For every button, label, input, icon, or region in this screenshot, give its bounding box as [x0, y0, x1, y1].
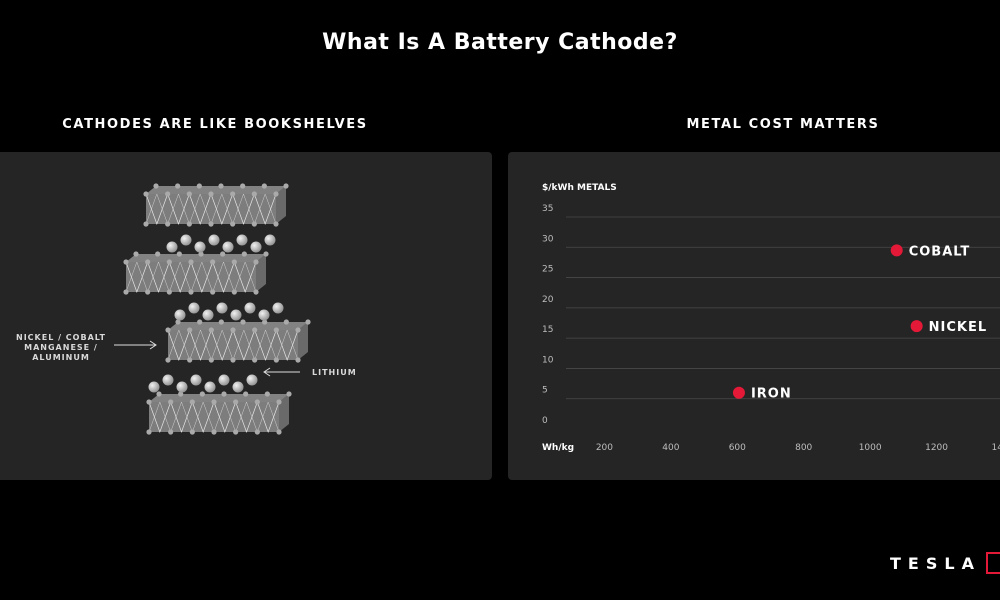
- lithium-atom: [194, 241, 206, 253]
- lithium-atom: [190, 374, 202, 386]
- lithium-atom: [258, 309, 270, 321]
- x-tick-label: 1400: [992, 443, 1000, 453]
- lithium-atom: [188, 302, 200, 314]
- lithium-atom: [202, 309, 214, 321]
- y-tick-label: 0: [542, 416, 548, 426]
- label-lithium: LITHIUM: [312, 368, 357, 377]
- lithium-atom: [218, 374, 230, 386]
- metal-layer: [123, 251, 269, 295]
- lithium-atom: [166, 241, 178, 253]
- metal-layer: [143, 183, 289, 227]
- data-point-iron: [732, 386, 745, 399]
- lithium-atom: [272, 302, 284, 314]
- data-label-cobalt: COBALT: [909, 244, 971, 259]
- arrow-icon: [263, 367, 300, 377]
- x-tick-label: 1000: [859, 443, 882, 453]
- cathode-illustration-panel: NICKEL / COBALT MANGANESE / ALUMINUM LIT…: [0, 152, 492, 480]
- lithium-atom: [162, 374, 174, 386]
- lithium-atom: [176, 381, 188, 393]
- x-tick-label: 600: [729, 443, 746, 453]
- lithium-atom: [264, 234, 276, 246]
- metal-layer: [165, 319, 311, 363]
- x-tick-label: 400: [662, 443, 679, 453]
- data-point-cobalt: [890, 244, 903, 257]
- y-tick-label: 30: [542, 234, 554, 244]
- x-axis-ticks: 200 400 600 800 1000 1200 1400: [596, 443, 1000, 453]
- lithium-atom: [216, 302, 228, 314]
- y-tick-label: 20: [542, 295, 554, 305]
- y-tick-label: 5: [542, 386, 548, 396]
- y-tick-label: 25: [542, 265, 553, 275]
- x-tick-label: 800: [795, 443, 812, 453]
- y-tick-label: 35: [542, 204, 553, 214]
- page-title: What Is A Battery Cathode?: [322, 30, 678, 55]
- lithium-atom: [246, 374, 258, 386]
- lithium-atom: [236, 234, 248, 246]
- x-tick-label: 200: [596, 443, 613, 453]
- right-section-title: METAL COST MATTERS: [686, 117, 880, 132]
- cathode-illustration: [114, 183, 311, 435]
- y-axis-label: $/kWh METALS: [542, 183, 617, 193]
- lithium-atom: [250, 241, 262, 253]
- data-label-nickel: NICKEL: [929, 320, 988, 335]
- data-point-nickel: [910, 320, 923, 333]
- x-tick-label: 1200: [925, 443, 948, 453]
- lithium-atom: [208, 234, 220, 246]
- lithium-atom: [230, 309, 242, 321]
- lithium-atom: [148, 381, 160, 393]
- lithium-atom: [244, 302, 256, 314]
- lithium-atom: [174, 309, 186, 321]
- tesla-logo: TESLA: [890, 554, 981, 573]
- metal-cost-chart-panel: $/kWh METALS Wh/kg 35 30 25 20 15 10 5 0 200 400…: [508, 152, 1000, 480]
- lithium-atom: [204, 381, 216, 393]
- arrow-icon: [114, 340, 157, 350]
- data-label-iron: IRON: [751, 387, 792, 402]
- metal-cost-chart: $/kWh METALS Wh/kg 35 30 25 20 15 10 5 0 200 400…: [542, 183, 1000, 453]
- y-axis-ticks: 35 30 25 20 15 10 5 0: [542, 204, 554, 426]
- y-tick-label: 15: [542, 325, 553, 335]
- lithium-atom: [222, 241, 234, 253]
- left-section-title: CATHODES ARE LIKE BOOKSHELVES: [62, 117, 368, 132]
- metal-layer: [146, 391, 292, 435]
- lithium-atom: [232, 381, 244, 393]
- y-tick-label: 10: [542, 355, 554, 365]
- x-axis-label: Wh/kg: [542, 443, 574, 453]
- lithium-atom: [180, 234, 192, 246]
- data-points: COBALT NICKEL IRON: [732, 244, 988, 402]
- label-metal-layers: NICKEL / COBALT MANGANESE / ALUMINUM: [16, 333, 106, 362]
- logo-accent-icon: [986, 552, 1000, 574]
